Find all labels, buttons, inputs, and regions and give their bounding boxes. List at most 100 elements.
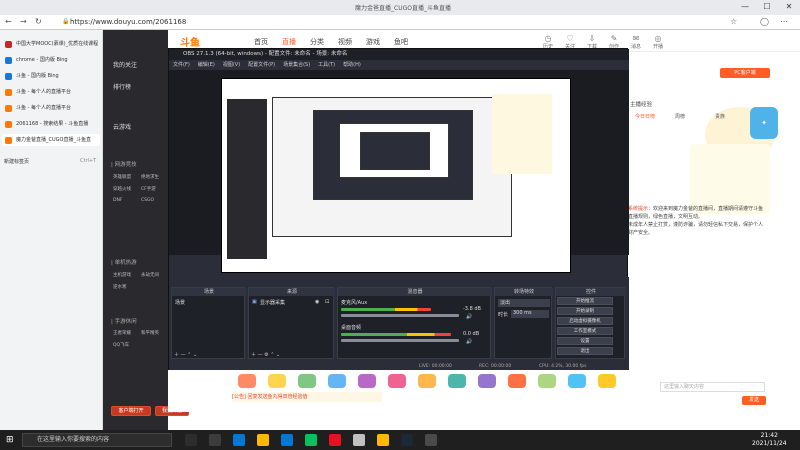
gift-icon[interactable] <box>448 374 466 388</box>
gift-icon[interactable] <box>298 374 316 388</box>
obs-control-button[interactable]: 启动虚拟摄像机 <box>557 317 613 325</box>
windows-start-icon[interactable]: ⊞ <box>6 435 14 445</box>
source-toolbar[interactable]: ＋ — ⚙ ⌃ ⌄ <box>251 351 280 358</box>
taskbar-app-icon[interactable] <box>425 434 437 446</box>
douyu-logo[interactable]: 斗鱼 <box>180 34 200 49</box>
taskbar-app-icon[interactable] <box>281 434 293 446</box>
obs-control-button[interactable]: 开始推流 <box>557 297 613 305</box>
back-icon[interactable]: ← <box>5 17 12 26</box>
url-field[interactable]: https://www.douyu.com/2061168 <box>70 17 670 28</box>
browser-tab[interactable]: 魔力金爸直播_CUGO直播_斗鱼直 <box>2 134 100 146</box>
send-button[interactable]: 发送 <box>742 396 766 405</box>
lock-icon[interactable]: ⊡ <box>325 299 329 305</box>
refresh-icon[interactable]: ↻ <box>35 17 42 26</box>
gift-icon[interactable] <box>268 374 286 388</box>
browser-tab[interactable]: 中国大学MOOC(慕课)_优质在线课程 <box>2 38 100 50</box>
browser-tab[interactable]: 斗鱼 - 每个人的直播平台 <box>2 86 100 98</box>
favorites-icon[interactable]: ☆ <box>730 17 737 26</box>
sidebar-category[interactable]: 逆水寒 <box>113 284 127 290</box>
taskbar-app-icon[interactable] <box>329 434 341 446</box>
gift-icon[interactable] <box>538 374 556 388</box>
mic-fader[interactable] <box>341 314 459 317</box>
nav-item[interactable]: 游戏 <box>366 37 380 47</box>
scene-item[interactable]: 场景 <box>175 299 185 306</box>
gift-icon[interactable] <box>388 374 406 388</box>
profile-icon[interactable]: ◯ <box>760 17 769 26</box>
sidebar-item-rank[interactable]: 排行榜 <box>113 82 131 91</box>
lock-icon[interactable]: 🔒 <box>62 18 69 25</box>
gift-icon[interactable] <box>418 374 436 388</box>
speaker-icon[interactable]: 🔊 <box>466 339 472 345</box>
gift-icon[interactable] <box>238 374 256 388</box>
gift-icon[interactable] <box>328 374 346 388</box>
speaker-icon[interactable]: 🔊 <box>466 314 472 320</box>
source-item[interactable]: 显示器采集 <box>260 299 285 306</box>
rank-tab[interactable]: 贵族 <box>715 113 725 120</box>
nav-item[interactable]: 分类 <box>310 37 324 47</box>
sidebar-category[interactable]: 穿越火线 <box>113 186 131 192</box>
obs-menu-item[interactable]: 视图(V) <box>223 62 240 68</box>
promo-badge[interactable]: ✦ <box>750 107 778 139</box>
new-tab-button[interactable]: 新建标签页 <box>4 158 29 165</box>
obs-menu-item[interactable]: 配置文件(P) <box>248 62 275 68</box>
close-button[interactable]: ✕ <box>779 1 799 13</box>
sidebar-category[interactable]: DNF <box>113 198 122 203</box>
transition-select[interactable]: 淡出 <box>498 299 550 307</box>
visibility-eye-icon[interactable]: ◉ <box>315 299 319 305</box>
obs-control-button[interactable]: 设置 <box>557 337 613 345</box>
browser-tab[interactable]: 2061168 - 搜索结果 - 斗鱼直播 <box>2 118 100 130</box>
taskbar-app-icon[interactable] <box>185 434 197 446</box>
obs-menu-item[interactable]: 编辑(E) <box>198 62 215 68</box>
sidebar-category[interactable]: 和平精英 <box>141 330 159 336</box>
taskbar-search[interactable]: 在这里输入你要搜索的内容 <box>22 433 172 447</box>
sidebar-item-cloud-game[interactable]: 云游戏 <box>113 122 131 131</box>
pc-client-button[interactable]: PC客户端 <box>720 68 770 78</box>
taskbar-app-icon[interactable] <box>209 434 221 446</box>
desktop-fader[interactable] <box>341 339 459 342</box>
obs-menu-item[interactable]: 文件(F) <box>173 62 190 68</box>
menu-icon[interactable]: ⋯ <box>780 17 788 26</box>
sidebar-category[interactable]: 主机游戏 <box>113 272 131 278</box>
taskbar-app-icon[interactable] <box>305 434 317 446</box>
sidebar-item-follow[interactable]: 我的关注 <box>113 60 137 69</box>
duration-field[interactable]: 300 ms <box>511 310 549 318</box>
nav-item[interactable]: 鱼吧 <box>394 37 408 47</box>
gift-icon[interactable] <box>358 374 376 388</box>
taskbar-app-icon[interactable] <box>257 434 269 446</box>
header-tool[interactable]: ✉ 消息 <box>626 34 646 50</box>
obs-control-button[interactable]: 工作室模式 <box>557 327 613 335</box>
nav-item[interactable]: 视频 <box>338 37 352 47</box>
browser-tab[interactable]: 斗鱼 - 国内版 Bing <box>2 70 100 82</box>
client-open-button[interactable]: 客户端打开 <box>111 406 151 416</box>
sidebar-category[interactable]: 永劫无间 <box>141 272 159 278</box>
gift-icon[interactable] <box>598 374 616 388</box>
chat-input[interactable]: 这里输入聊天内容 <box>660 382 765 392</box>
nav-item[interactable]: 首页 <box>254 37 268 47</box>
obs-menu-item[interactable]: 场景集合(S) <box>283 62 310 68</box>
browser-tab[interactable]: chrome - 国内版 Bing <box>2 54 100 66</box>
gift-icon[interactable] <box>478 374 496 388</box>
obs-control-button[interactable]: 开始录制 <box>557 307 613 315</box>
forward-icon[interactable]: → <box>20 17 27 26</box>
sidebar-category[interactable]: 绝地求生 <box>141 174 159 180</box>
obs-preview-canvas[interactable] <box>221 78 571 273</box>
clock[interactable]: 21:42 2021/11/24 <box>752 432 787 448</box>
gift-icon[interactable] <box>508 374 526 388</box>
sidebar-category[interactable]: 英雄联盟 <box>113 174 131 180</box>
rank-tab[interactable]: 今日日榜 <box>635 113 655 120</box>
browser-tab[interactable]: 斗鱼 - 每个人的直播平台 <box>2 102 100 114</box>
sidebar-category[interactable]: QQ飞车 <box>113 342 129 348</box>
maximize-button[interactable]: ☐ <box>757 1 777 13</box>
taskbar-app-icon[interactable] <box>401 434 413 446</box>
obs-menu-item[interactable]: 帮助(H) <box>343 62 361 68</box>
rank-tab[interactable]: 周榜 <box>675 113 685 120</box>
sidebar-category[interactable]: CF手游 <box>141 186 156 192</box>
sidebar-category[interactable]: 王者荣耀 <box>113 330 131 336</box>
taskbar-app-icon[interactable] <box>233 434 245 446</box>
header-tool[interactable]: ◎ 开播 <box>648 34 668 50</box>
taskbar-app-icon[interactable] <box>377 434 389 446</box>
sidebar-category[interactable]: CSGO <box>141 198 154 203</box>
obs-menu-item[interactable]: 工具(T) <box>318 62 335 68</box>
taskbar-app-icon[interactable] <box>353 434 365 446</box>
obs-control-button[interactable]: 退出 <box>557 347 613 355</box>
